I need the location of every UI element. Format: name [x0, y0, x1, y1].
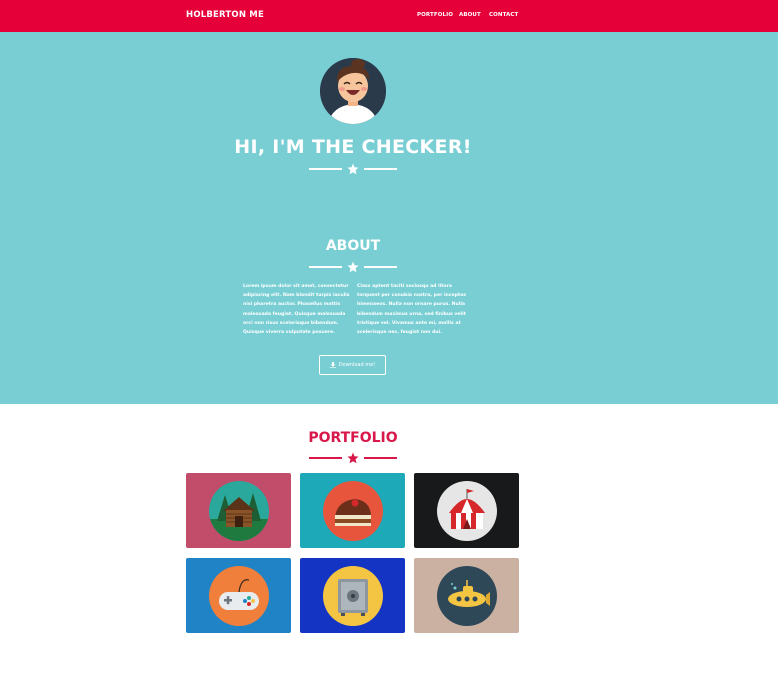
nav-link-portfolio[interactable]: PORTFOLIO	[417, 12, 453, 18]
submarine-icon	[447, 579, 490, 607]
navbar: HOLBERTON ME PORTFOLIO ABOUT CONTACT	[0, 0, 778, 32]
nav-link-about[interactable]: ABOUT	[459, 12, 481, 18]
hero-title: HI, I'M THE CHECKER!	[234, 136, 472, 158]
cabin-icon	[208, 492, 269, 541]
safe-icon	[337, 578, 368, 616]
avatar	[320, 58, 386, 124]
portfolio-item-submarine[interactable]	[414, 558, 519, 633]
game-controller-icon	[218, 578, 259, 610]
hero-divider	[309, 163, 397, 175]
brand-logo[interactable]: HOLBERTON ME	[186, 10, 264, 20]
portfolio-item-safe[interactable]	[300, 558, 405, 633]
hero-section	[0, 32, 778, 404]
about-divider	[309, 261, 397, 273]
portfolio-item-cabin[interactable]	[186, 473, 291, 548]
about-text-left: Lorem ipsum dolor sit amet, consectetur …	[243, 284, 350, 336]
portfolio-item-controller[interactable]	[186, 558, 291, 633]
about-text-right: Class aptent taciti sociosqu ad litora t…	[357, 284, 467, 336]
star-icon	[347, 261, 359, 273]
cake-icon	[334, 498, 371, 526]
circus-tent-icon	[448, 488, 485, 529]
star-icon	[347, 163, 359, 175]
star-icon	[347, 452, 359, 464]
download-button-label: Download me!	[338, 362, 376, 368]
download-icon	[329, 362, 336, 368]
nav-link-contact[interactable]: CONTACT	[489, 12, 518, 18]
portfolio-item-circus[interactable]	[414, 473, 519, 548]
portfolio-item-cake[interactable]	[300, 473, 405, 548]
about-title: ABOUT	[325, 238, 381, 254]
portfolio-divider	[309, 452, 397, 464]
download-button[interactable]: Download me!	[319, 355, 386, 375]
avatar-illustration	[320, 58, 386, 124]
portfolio-title: PORTFOLIO	[308, 430, 398, 446]
